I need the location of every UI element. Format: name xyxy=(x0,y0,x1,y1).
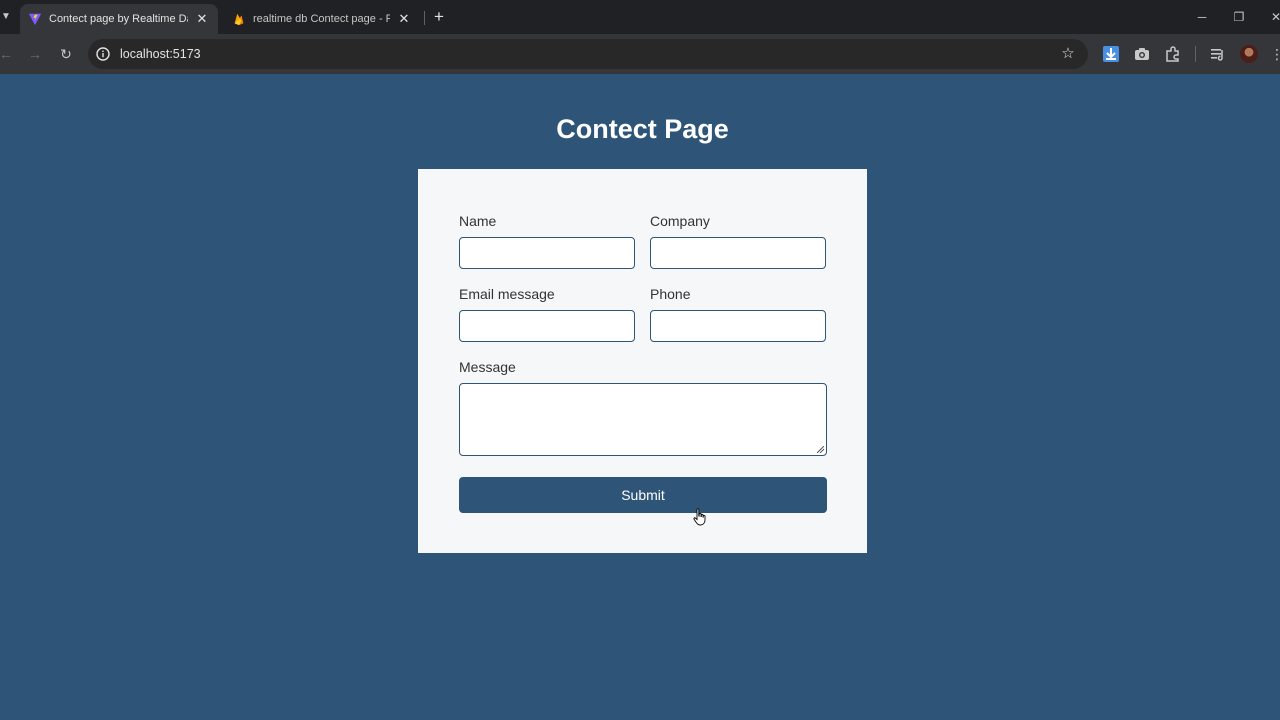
company-label: Company xyxy=(650,213,710,229)
more-menu-icon[interactable]: ⋮ xyxy=(1270,44,1280,64)
tab-title: Contect page by Realtime Datab xyxy=(49,13,188,25)
name-input[interactable] xyxy=(459,237,635,269)
message-textarea[interactable] xyxy=(459,383,827,456)
browser-tab-strip: ▼ Contect page by Realtime Datab ✕ realt… xyxy=(0,0,1280,34)
tab-title: realtime db Contect page - Rea xyxy=(253,13,390,25)
minimize-icon[interactable]: ─ xyxy=(1192,7,1212,27)
tab-contect-page[interactable]: Contect page by Realtime Datab ✕ xyxy=(20,4,218,34)
message-label: Message xyxy=(459,359,516,375)
contact-form: Name Company Email message Phone Message… xyxy=(418,169,867,553)
name-label: Name xyxy=(459,213,497,229)
phone-input[interactable] xyxy=(650,310,826,342)
firebase-icon xyxy=(234,13,244,26)
new-tab-button[interactable]: + xyxy=(430,7,448,27)
hand-pointer-cursor-icon xyxy=(693,508,706,526)
back-arrow-icon[interactable]: ← xyxy=(0,44,16,64)
close-icon[interactable]: ✕ xyxy=(194,11,210,27)
forward-arrow-icon[interactable]: → xyxy=(25,44,45,64)
site-info-icon[interactable] xyxy=(95,46,111,62)
tab-search-chevron-icon[interactable]: ▼ xyxy=(0,8,12,26)
vite-icon xyxy=(28,13,42,26)
profile-avatar[interactable] xyxy=(1240,45,1258,63)
close-icon[interactable]: ✕ xyxy=(396,11,412,27)
camera-icon[interactable] xyxy=(1133,45,1151,63)
submit-button[interactable]: Submit xyxy=(459,477,827,513)
reload-icon[interactable]: ↻ xyxy=(56,44,76,64)
url-text[interactable]: localhost:5173 xyxy=(120,39,201,69)
tab-realtime-db[interactable]: realtime db Contect page - Rea ✕ xyxy=(224,4,420,34)
page-title: Contect Page xyxy=(556,114,729,144)
tab-separator xyxy=(424,11,425,25)
company-input[interactable] xyxy=(650,237,826,269)
resize-grip-icon[interactable] xyxy=(817,446,824,453)
email-input[interactable] xyxy=(459,310,635,342)
extensions-puzzle-icon[interactable] xyxy=(1164,45,1182,63)
email-label: Email message xyxy=(459,286,555,302)
toolbar-separator xyxy=(1195,46,1196,62)
download-extension-icon[interactable] xyxy=(1102,45,1120,63)
address-bar[interactable]: localhost:5173 ☆ xyxy=(88,39,1088,69)
window-close-icon[interactable]: ✕ xyxy=(1266,7,1280,27)
bookmark-star-icon[interactable]: ☆ xyxy=(1058,44,1078,64)
restore-icon[interactable]: ❐ xyxy=(1229,7,1249,27)
media-playlist-icon[interactable] xyxy=(1209,45,1227,63)
browser-toolbar: ← → ↻ localhost:5173 ☆ xyxy=(0,34,1280,74)
phone-label: Phone xyxy=(650,286,691,302)
